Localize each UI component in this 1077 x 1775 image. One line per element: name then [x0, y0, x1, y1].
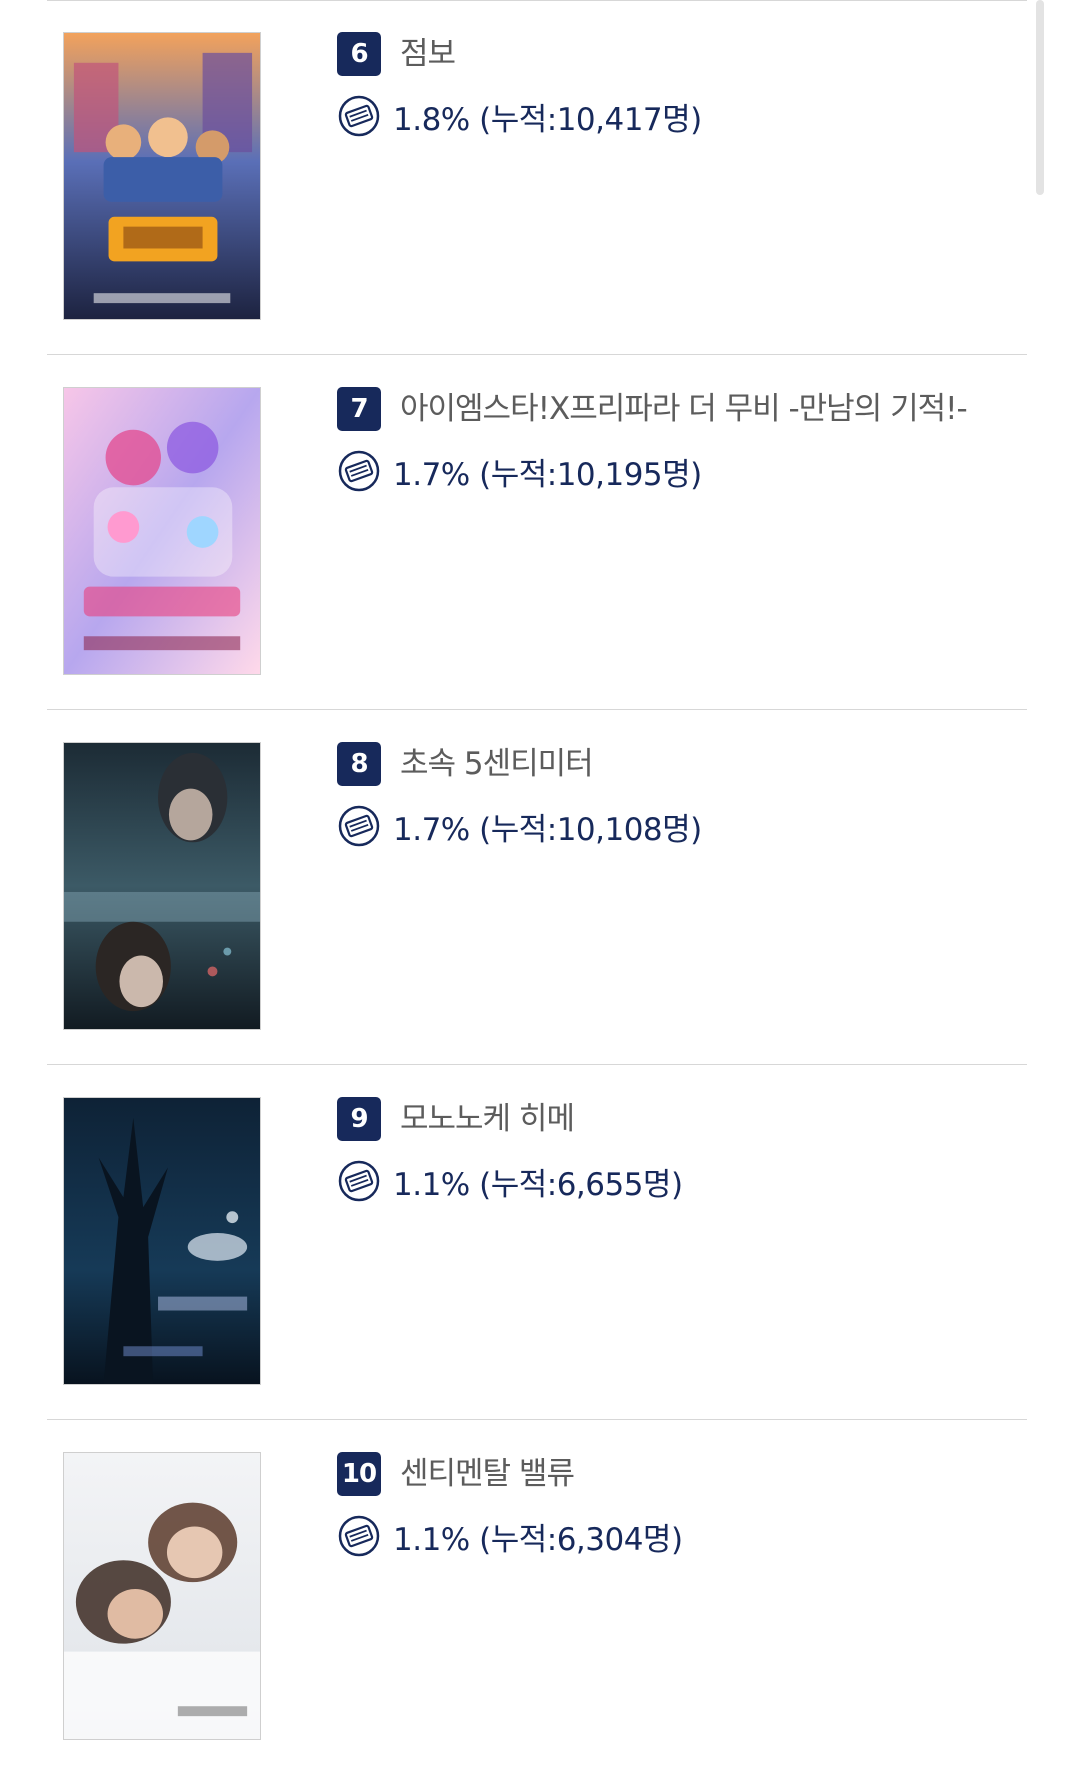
movie-title[interactable]: 모노노케 히메	[400, 1097, 575, 1141]
movie-poster[interactable]	[63, 32, 261, 320]
audience-stat: 1.1% (누적:6,655명)	[337, 1159, 683, 1203]
movie-title[interactable]: 아이엠스타!X프리파라 더 무비 -만남의 기적!-	[400, 387, 968, 431]
rank-badge: 7	[337, 387, 381, 431]
rank-badge: 9	[337, 1097, 381, 1141]
list-item[interactable]: 7 아이엠스타!X프리파라 더 무비 -만남의 기적!- 1.7% (누적:10…	[47, 355, 1027, 710]
rank-badge: 8	[337, 742, 381, 786]
rank-badge: 6	[337, 32, 381, 76]
audience-stat: 1.7% (누적:10,108명)	[337, 804, 702, 848]
movie-title[interactable]: 점보	[400, 32, 456, 76]
list-item[interactable]: 10 센티멘탈 밸류 1.1% (누적:6,304명)	[47, 1420, 1027, 1775]
list-item[interactable]: 9 모노노케 히메 1.1% (누적:6,655명)	[47, 1065, 1027, 1420]
movie-poster[interactable]	[63, 1097, 261, 1385]
box-office-list: 6 점보 1.8% (누적:10,417명) 7 아이엠스타!X프리파라 더 무…	[47, 0, 1027, 1775]
audience-stat-text: 1.7% (누적:10,108명)	[393, 811, 702, 848]
ticket-icon	[338, 805, 380, 847]
rank-badge: 10	[337, 1452, 381, 1496]
ticket-icon	[338, 450, 380, 492]
ticket-icon	[338, 1515, 380, 1557]
audience-stat: 1.8% (누적:10,417명)	[337, 94, 702, 138]
movie-poster[interactable]	[63, 387, 261, 675]
movie-poster[interactable]	[63, 1452, 261, 1740]
scrollbar-thumb[interactable]	[1036, 0, 1044, 195]
movie-title[interactable]: 센티멘탈 밸류	[400, 1452, 575, 1496]
ticket-icon	[338, 95, 380, 137]
movie-title[interactable]: 초속 5센티미터	[400, 742, 594, 786]
ticket-icon	[338, 1160, 380, 1202]
movie-poster[interactable]	[63, 742, 261, 1030]
audience-stat: 1.1% (누적:6,304명)	[337, 1514, 683, 1558]
audience-stat-text: 1.8% (누적:10,417명)	[393, 101, 702, 138]
audience-stat-text: 1.1% (누적:6,304명)	[393, 1521, 683, 1558]
audience-stat-text: 1.1% (누적:6,655명)	[393, 1166, 683, 1203]
audience-stat-text: 1.7% (누적:10,195명)	[393, 456, 702, 493]
list-item[interactable]: 6 점보 1.8% (누적:10,417명)	[47, 0, 1027, 355]
audience-stat: 1.7% (누적:10,195명)	[337, 449, 702, 493]
list-item[interactable]: 8 초속 5센티미터 1.7% (누적:10,108명)	[47, 710, 1027, 1065]
